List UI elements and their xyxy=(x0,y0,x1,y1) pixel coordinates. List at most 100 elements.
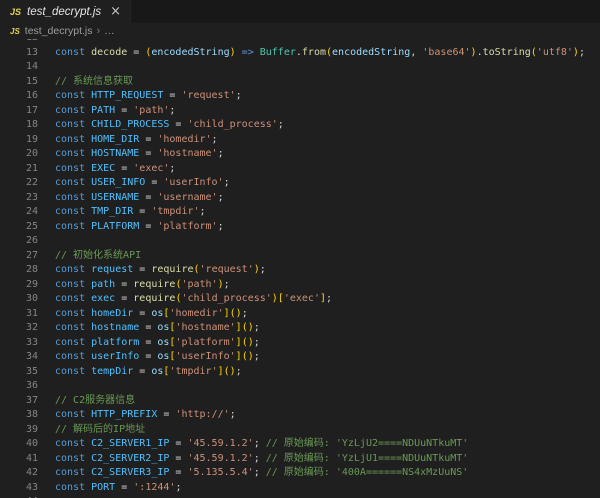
code-line[interactable]: 30const exec = require('child_process')[… xyxy=(0,292,600,307)
code-line-content: const HOSTNAME = 'hostname'; xyxy=(38,147,224,162)
line-number: 35 xyxy=(0,365,38,380)
code-line[interactable]: 17const PATH = 'path'; xyxy=(0,104,600,119)
code-line-content: const userInfo = os['userInfo'](); xyxy=(38,350,260,365)
line-number: 15 xyxy=(0,75,38,90)
code-lines: 1213const decode = (encodedString) => Bu… xyxy=(0,39,600,498)
line-number: 40 xyxy=(0,437,38,452)
code-line[interactable]: 37// C2服务器信息 xyxy=(0,394,600,409)
code-line[interactable]: 43const PORT = ':1244'; xyxy=(0,481,600,496)
line-number: 36 xyxy=(0,379,38,394)
code-line-content: const HTTP_PREFIX = 'http://'; xyxy=(38,408,236,423)
close-icon[interactable]: × xyxy=(110,5,121,18)
code-line-content: const HTTP_REQUEST = 'request'; xyxy=(38,89,242,104)
line-number: 38 xyxy=(0,408,38,423)
line-number: 30 xyxy=(0,292,38,307)
breadcrumb: JS test_decrypt.js › … xyxy=(0,23,600,39)
code-line[interactable]: 28const request = require('request'); xyxy=(0,263,600,278)
line-number: 28 xyxy=(0,263,38,278)
tab-bar: JS test_decrypt.js × xyxy=(0,0,600,23)
code-line[interactable]: 38const HTTP_PREFIX = 'http://'; xyxy=(0,408,600,423)
code-line-content: const path = require('path'); xyxy=(38,278,230,293)
line-number: 21 xyxy=(0,162,38,177)
code-line-content xyxy=(38,234,55,249)
line-number: 23 xyxy=(0,191,38,206)
code-line-content: const hostname = os['hostname'](); xyxy=(38,321,260,336)
code-line-content: const platform = os['platform'](); xyxy=(38,336,260,351)
code-line[interactable]: 25const PLATFORM = 'platform'; xyxy=(0,220,600,235)
code-line[interactable]: 24const TMP_DIR = 'tmpdir'; xyxy=(0,205,600,220)
code-line-content: const request = require('request'); xyxy=(38,263,266,278)
js-file-icon: JS xyxy=(10,7,21,17)
code-line[interactable]: 39// 解码后的IP地址 xyxy=(0,423,600,438)
code-line-content: const PORT = ':1244'; xyxy=(38,481,181,496)
line-number: 26 xyxy=(0,234,38,249)
line-number: 39 xyxy=(0,423,38,438)
code-line-content: const decode = (encodedString) => Buffer… xyxy=(38,46,585,61)
code-line[interactable]: 22const USER_INFO = 'userInfo'; xyxy=(0,176,600,191)
line-number: 22 xyxy=(0,176,38,191)
code-line[interactable]: 15// 系统信息获取 xyxy=(0,75,600,90)
code-line[interactable]: 14 xyxy=(0,60,600,75)
code-line[interactable]: 35const tempDir = os['tmpdir'](); xyxy=(0,365,600,380)
code-line[interactable]: 42const C2_SERVER3_IP = '5.135.5.4'; // … xyxy=(0,466,600,481)
code-line[interactable]: 32const hostname = os['hostname'](); xyxy=(0,321,600,336)
line-number: 25 xyxy=(0,220,38,235)
line-number: 41 xyxy=(0,452,38,467)
code-line[interactable]: 27// 初始化系统API xyxy=(0,249,600,264)
code-line[interactable]: 23const USERNAME = 'username'; xyxy=(0,191,600,206)
code-line[interactable]: 41const C2_SERVER2_IP = '45.59.1.2'; // … xyxy=(0,452,600,467)
code-line-content: const CHILD_PROCESS = 'child_process'; xyxy=(38,118,284,133)
code-line-content: const TMP_DIR = 'tmpdir'; xyxy=(38,205,206,220)
code-line-content: const C2_SERVER2_IP = '45.59.1.2'; // 原始… xyxy=(38,452,468,467)
code-editor[interactable]: 1213const decode = (encodedString) => Bu… xyxy=(0,39,600,498)
code-line-content: const C2_SERVER3_IP = '5.135.5.4'; // 原始… xyxy=(38,466,468,481)
line-number: 18 xyxy=(0,118,38,133)
code-line[interactable]: 26 xyxy=(0,234,600,249)
line-number: 29 xyxy=(0,278,38,293)
tab-title: test_decrypt.js xyxy=(27,6,101,18)
code-line-content: // 解码后的IP地址 xyxy=(38,423,145,438)
code-line-content: // 初始化系统API xyxy=(38,249,141,264)
code-line[interactable]: 21const EXEC = 'exec'; xyxy=(0,162,600,177)
code-line[interactable]: 36 xyxy=(0,379,600,394)
line-number: 37 xyxy=(0,394,38,409)
code-line-content xyxy=(38,379,55,394)
code-line[interactable]: 16const HTTP_REQUEST = 'request'; xyxy=(0,89,600,104)
code-line-content: const EXEC = 'exec'; xyxy=(38,162,175,177)
line-number: 16 xyxy=(0,89,38,104)
code-line-content xyxy=(38,60,55,75)
line-number: 33 xyxy=(0,336,38,351)
tab-test-decrypt-js[interactable]: JS test_decrypt.js × xyxy=(0,0,131,23)
code-line[interactable]: 18const CHILD_PROCESS = 'child_process'; xyxy=(0,118,600,133)
line-number: 14 xyxy=(0,60,38,75)
code-line[interactable]: 13const decode = (encodedString) => Buff… xyxy=(0,46,600,61)
code-line[interactable]: 19const HOME_DIR = 'homedir'; xyxy=(0,133,600,148)
code-line-content: const exec = require('child_process')['e… xyxy=(38,292,332,307)
line-number: 32 xyxy=(0,321,38,336)
breadcrumb-ellipsis[interactable]: … xyxy=(104,25,116,37)
line-number: 34 xyxy=(0,350,38,365)
line-number: 42 xyxy=(0,466,38,481)
line-number: 24 xyxy=(0,205,38,220)
code-line-content: // C2服务器信息 xyxy=(38,394,135,409)
code-line[interactable]: 34const userInfo = os['userInfo'](); xyxy=(0,350,600,365)
code-line-content: const USERNAME = 'username'; xyxy=(38,191,224,206)
code-line-content: const PLATFORM = 'platform'; xyxy=(38,220,224,235)
code-line-content: const homeDir = os['homedir'](); xyxy=(38,307,248,322)
code-line-content: const tempDir = os['tmpdir'](); xyxy=(38,365,242,380)
line-number: 43 xyxy=(0,481,38,496)
code-line[interactable]: 40const C2_SERVER1_IP = '45.59.1.2'; // … xyxy=(0,437,600,452)
line-number: 19 xyxy=(0,133,38,148)
code-line[interactable]: 29const path = require('path'); xyxy=(0,278,600,293)
js-file-icon: JS xyxy=(10,27,20,36)
breadcrumb-filename[interactable]: test_decrypt.js xyxy=(25,25,93,37)
line-number: 20 xyxy=(0,147,38,162)
chevron-right-icon: › xyxy=(97,25,101,37)
code-line-content: // 系统信息获取 xyxy=(38,75,133,90)
code-line[interactable]: 31const homeDir = os['homedir'](); xyxy=(0,307,600,322)
code-line[interactable]: 33const platform = os['platform'](); xyxy=(0,336,600,351)
code-line-content: const C2_SERVER1_IP = '45.59.1.2'; // 原始… xyxy=(38,437,468,452)
line-number: 13 xyxy=(0,46,38,61)
code-line[interactable]: 20const HOSTNAME = 'hostname'; xyxy=(0,147,600,162)
line-number: 17 xyxy=(0,104,38,119)
